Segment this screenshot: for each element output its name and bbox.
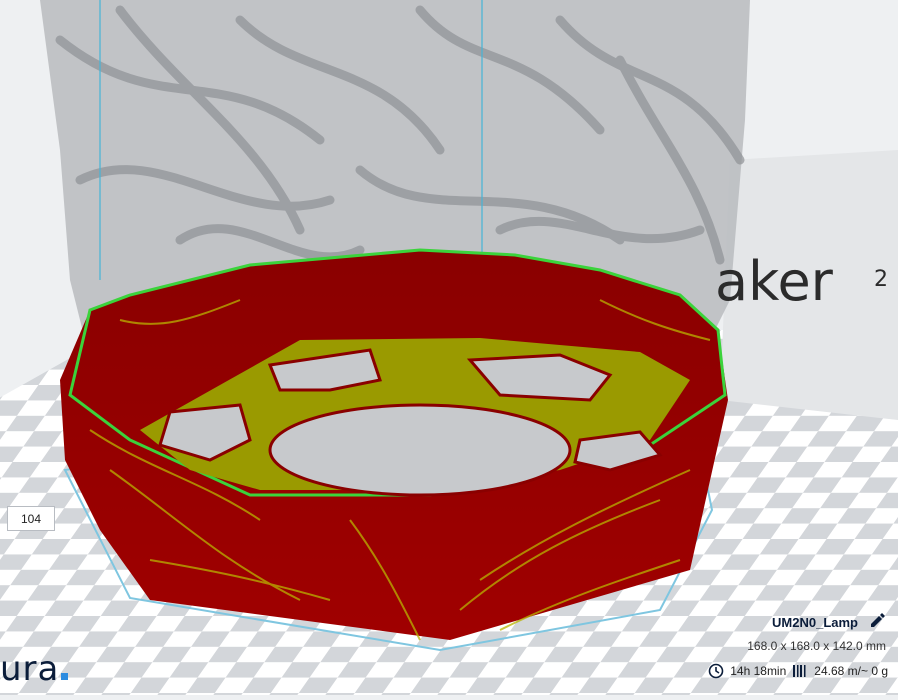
printer-model-superscript: 2 (874, 267, 888, 292)
cura-logo-text: ura (0, 649, 59, 689)
filament-icon (792, 663, 808, 679)
layer-number-value: 104 (21, 512, 41, 526)
scene-canvas[interactable]: aker 2 (0, 0, 898, 695)
edit-icon[interactable] (868, 613, 886, 631)
job-specs-panel: UM2N0_Lamp 168.0 x 168.0 x 142.0 mm 14h … (678, 605, 898, 695)
job-stats: 14h 18min 24.68 m/~ 0 g (708, 663, 888, 679)
printer-brand-text: aker (715, 250, 834, 313)
layer-number-box[interactable]: 104 (7, 506, 55, 531)
cura-logo-dot (61, 673, 68, 680)
3d-viewport[interactable]: aker 2 (0, 0, 898, 695)
job-name[interactable]: UM2N0_Lamp (772, 615, 858, 630)
job-dimensions: 168.0 x 168.0 x 142.0 mm (747, 639, 886, 653)
print-time: 14h 18min (730, 664, 786, 678)
clock-icon (708, 663, 724, 679)
cura-logo: ura (0, 652, 68, 686)
material-usage: 24.68 m/~ 0 g (814, 664, 888, 678)
